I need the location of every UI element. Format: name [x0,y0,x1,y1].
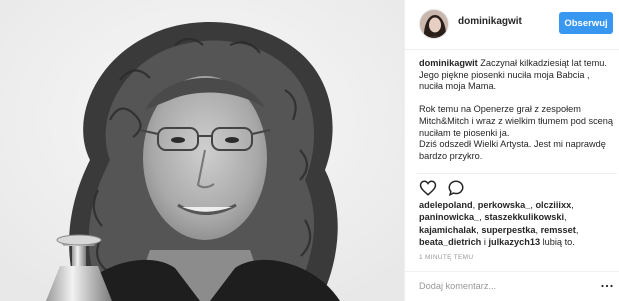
caption-author[interactable]: dominikagwit [419,58,478,68]
more-options-icon[interactable] [601,283,613,289]
caption-paragraph-1: dominikagwit Zaczynał kilkadziesiąt lat … [419,58,615,93]
likes-summary: adelepoland, perkowska_, olcziiixx, pani… [419,200,579,247]
liker-name[interactable]: paninowicka_ [419,212,479,222]
liker-name[interactable]: adelepoland [419,200,473,210]
caption: dominikagwit Zaczynał kilkadziesiąt lat … [419,58,615,162]
liker-name[interactable]: staszekkulikowski [484,212,564,222]
avatar[interactable] [419,9,449,39]
post-sidebar: dominikagwit Obserwuj dominikagwit Zaczy… [404,0,619,301]
post-timestamp[interactable]: 1 MINUTĘ TEMU [419,254,473,261]
post-photo[interactable] [0,0,404,301]
liker-name[interactable]: julkazych13 [488,237,540,247]
avatar-image [420,10,448,38]
heart-icon[interactable] [419,179,437,197]
liker-name[interactable]: beata_dietrich [419,237,481,247]
comment-bar: Dodaj komentarz... [405,271,619,301]
portrait-image [0,0,404,301]
username[interactable]: dominikagwit [458,16,522,27]
liker-name[interactable]: perkowska_ [478,200,531,210]
caption-paragraph-3: Dziś odszedł Wielki Artysta. Jest mi nap… [419,139,606,161]
follow-button[interactable]: Obserwuj [559,12,613,34]
post-header: dominikagwit Obserwuj [405,0,619,50]
liker-name[interactable]: kajamichalak [419,225,476,235]
likes-and: i [483,236,486,247]
comment-input[interactable]: Dodaj komentarz... [419,281,579,295]
action-bar [417,173,617,197]
liker-name[interactable]: superpestka [481,225,535,235]
instagram-post: dominikagwit Obserwuj dominikagwit Zaczy… [0,0,619,301]
comment-icon[interactable] [447,179,465,197]
liker-name[interactable]: remsset [541,225,576,235]
liker-name[interactable]: olcziiixx [535,200,571,210]
caption-paragraph-2: Rok temu na Openerze grał z zespołem Mit… [419,104,614,138]
likes-suffix: lubią to. [542,236,575,247]
